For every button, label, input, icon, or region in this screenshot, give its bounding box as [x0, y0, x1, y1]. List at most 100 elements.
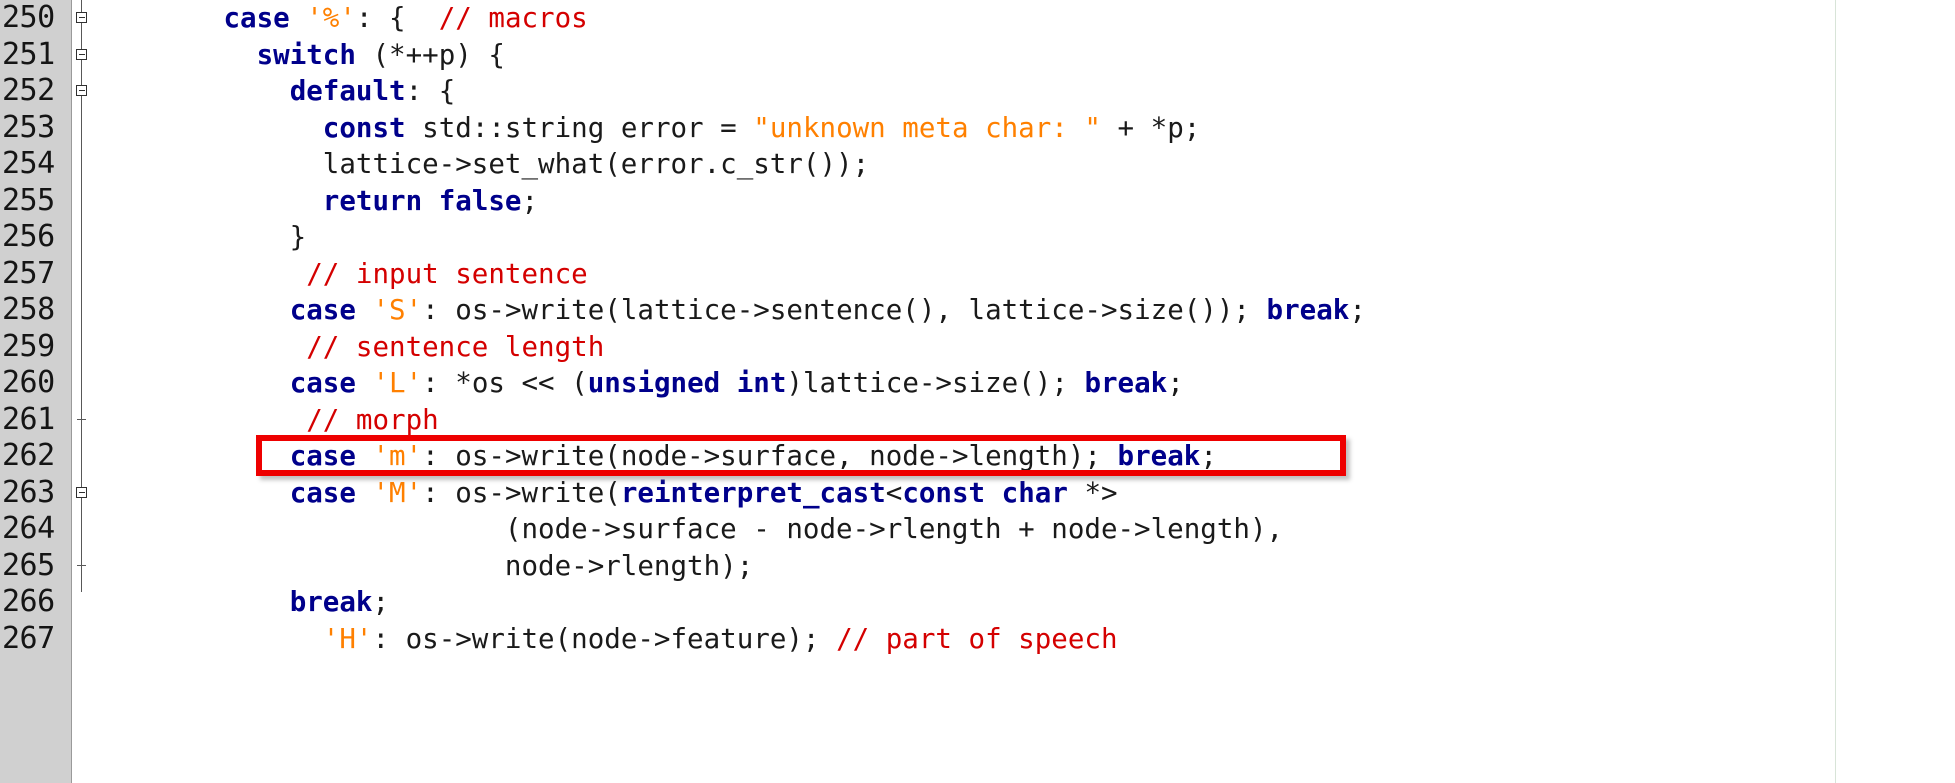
code-token-pln: : {	[355, 2, 439, 34]
code-token-pln	[91, 404, 306, 436]
code-token-pln: : *os << (	[422, 367, 588, 399]
code-token-chr: 'M'	[372, 476, 423, 509]
code-token-pln: ;	[372, 586, 390, 618]
code-token-pln: + *p;	[1100, 111, 1201, 144]
line-number: 265	[2, 547, 55, 583]
code-token-chr: 'H'	[322, 622, 373, 655]
code-token-kw: break	[1266, 294, 1350, 326]
code-editor-view[interactable]: 250 251 252 253 254 255 256 257 258 259 260 261 262 2…	[0, 0, 1955, 783]
code-token-pln: node->rlength);	[91, 549, 754, 582]
code-token-chr: '%'	[306, 2, 356, 34]
code-token-pln	[91, 39, 257, 71]
code-token-cmt: // input sentence	[306, 257, 588, 290]
code-token-pln	[91, 623, 323, 655]
fold-toggle-icon[interactable]	[76, 85, 87, 96]
line-number: 266	[2, 584, 55, 619]
code-token-pln: <	[885, 476, 903, 509]
code-token-kw: case	[289, 294, 356, 326]
code-token-pln: )lattice->size();	[786, 367, 1085, 399]
line-number-gutter: 250 251 252 253 254 255 256 257 258 259 260 261 262 2…	[0, 0, 72, 783]
code-token-pln: *>	[1067, 476, 1118, 509]
line-number: 255	[2, 182, 55, 218]
code-line[interactable]: case 'L': *os << (unsigned int)lattice->…	[91, 365, 1955, 402]
code-line[interactable]: // sentence length	[91, 329, 1955, 366]
code-token-kw: break	[1117, 440, 1201, 472]
code-token-cmt: // sentence length	[306, 330, 605, 363]
code-line[interactable]: }	[91, 219, 1955, 256]
code-token-pln	[422, 185, 439, 217]
code-line[interactable]: node->rlength);	[91, 548, 1955, 585]
code-token-pln	[91, 2, 223, 34]
code-token-pln	[356, 294, 373, 326]
code-token-pln	[91, 586, 290, 618]
code-token-cmt: // macros	[438, 2, 588, 34]
code-token-pln	[91, 75, 290, 107]
fold-end-tick-icon	[77, 418, 86, 420]
code-token-chr: 'L'	[372, 367, 423, 399]
code-token-kw: case	[289, 440, 356, 472]
code-token-pln	[91, 440, 290, 472]
line-number: 264	[2, 511, 55, 546]
line-number: 261	[2, 401, 55, 437]
code-token-kw: unsigned int	[587, 367, 787, 399]
code-token-pln	[91, 258, 306, 290]
code-token-pln: : os->write(lattice->sentence(), lattice…	[422, 294, 1267, 326]
code-token-pln	[91, 185, 323, 217]
code-line[interactable]: const std::string error = "unknown meta …	[91, 110, 1955, 147]
code-line[interactable]: case 'S': os->write(lattice->sentence(),…	[91, 292, 1955, 329]
line-number: 260	[2, 365, 55, 400]
fold-toggle-icon[interactable]	[76, 12, 87, 23]
line-number: 257	[2, 255, 55, 291]
code-line[interactable]: return false;	[91, 183, 1955, 220]
line-number: 256	[2, 219, 55, 254]
code-text-area[interactable]: case '%': { // macros switch (*++p) { de…	[91, 0, 1955, 783]
code-line[interactable]: lattice->set_what(error.c_str());	[91, 146, 1955, 183]
code-token-pln: }	[91, 221, 307, 253]
code-token-kw: break	[1084, 367, 1168, 399]
code-fold-margin[interactable]	[73, 0, 91, 783]
code-token-pln: (*++p) {	[355, 38, 505, 71]
code-token-kw: case	[289, 367, 356, 399]
line-number: 253	[2, 109, 55, 145]
code-token-chr: 'm'	[372, 440, 423, 472]
code-token-str: "unknown meta char: "	[753, 111, 1101, 144]
code-token-kw: case	[289, 476, 356, 509]
line-number: 252	[2, 73, 55, 108]
code-line[interactable]: break;	[91, 584, 1955, 621]
fold-toggle-icon[interactable]	[76, 486, 87, 498]
line-number: 254	[2, 146, 55, 181]
code-token-pln	[290, 2, 307, 34]
code-token-kw: reinterpret_cast	[620, 476, 886, 509]
code-token-pln: : os->write(node->feature);	[372, 622, 837, 655]
code-token-pln	[91, 477, 290, 509]
line-number: 258	[2, 292, 55, 327]
code-line[interactable]: case 'm': os->write(node->surface, node-…	[91, 438, 1955, 475]
code-token-chr: 'S'	[372, 294, 423, 326]
code-token-cmt: // part of speech	[836, 622, 1118, 655]
code-line[interactable]: case '%': { // macros	[91, 0, 1955, 37]
code-token-pln: : {	[405, 75, 456, 107]
code-token-pln	[91, 294, 290, 326]
line-number: 251	[2, 36, 55, 72]
code-token-pln: lattice->set_what(error.c_str());	[91, 148, 870, 180]
code-line[interactable]: (node->surface - node->rlength + node->l…	[91, 511, 1955, 548]
code-token-cmt: // morph	[306, 403, 439, 436]
code-token-kw: break	[289, 586, 373, 618]
line-number: 259	[2, 328, 55, 364]
code-token-kw: false	[438, 184, 522, 217]
line-number: 262	[2, 438, 55, 473]
code-token-pln: ;	[1349, 294, 1366, 326]
fold-toggle-icon[interactable]	[76, 48, 87, 60]
code-token-pln: ;	[1167, 367, 1184, 399]
code-line[interactable]: default: {	[91, 73, 1955, 110]
code-line[interactable]: case 'M': os->write(reinterpret_cast<con…	[91, 475, 1955, 512]
code-token-pln	[91, 367, 290, 399]
code-token-kw: case	[223, 2, 290, 34]
code-line[interactable]: 'H': os->write(node->feature); // part o…	[91, 621, 1955, 658]
code-token-kw: switch	[256, 38, 356, 71]
line-number: 263	[2, 474, 55, 510]
code-line[interactable]: // input sentence	[91, 256, 1955, 293]
line-number: 267	[2, 620, 55, 656]
code-line[interactable]: switch (*++p) {	[91, 37, 1955, 74]
code-line[interactable]: // morph	[91, 402, 1955, 439]
